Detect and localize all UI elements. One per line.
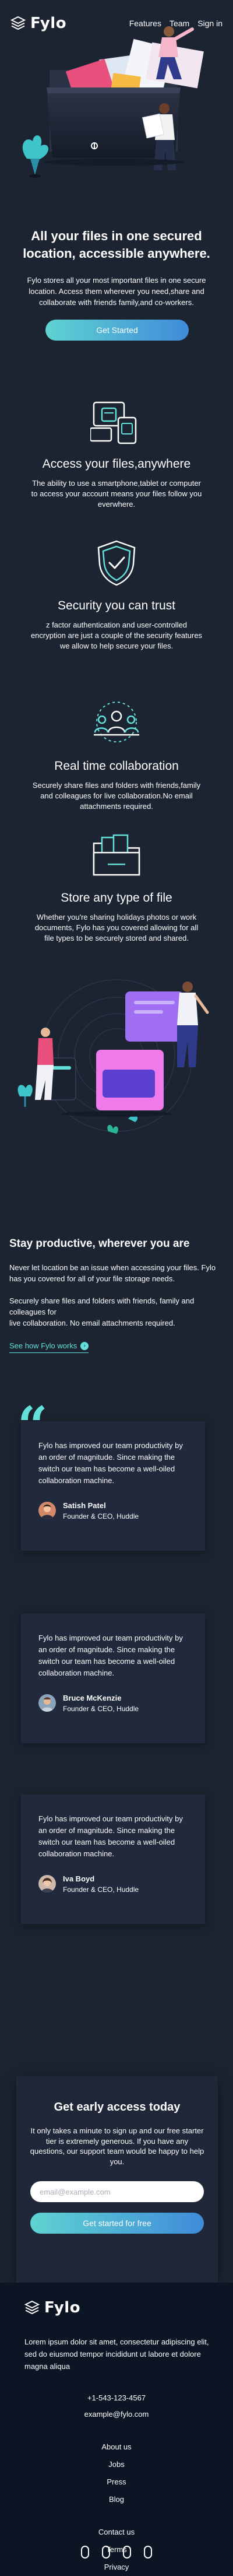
testimonial-card: Fylo has improved our team productivity … (21, 1795, 205, 1924)
testimonial-name: Iva Boyd (63, 1874, 95, 1883)
feature-title: Security you can trust (58, 599, 175, 612)
productive-illustration (17, 979, 209, 1134)
avatar (38, 1694, 56, 1712)
testimonial-card: Fylo has improved our team productivity … (21, 1421, 205, 1551)
testimonial-role: Founder & CEO, Huddle (63, 1885, 139, 1894)
feature-text: The ability to use a smartphone,tablet o… (31, 479, 202, 509)
logo-icon (24, 2300, 40, 2315)
footer-link-blog[interactable]: Blog (0, 2495, 233, 2504)
feature-text: Securely share files and folders with fr… (32, 781, 201, 811)
testimonial-role: Founder & CEO, Huddle (63, 1704, 139, 1713)
shield-check-icon (97, 540, 136, 586)
devices-icon (90, 401, 137, 444)
feature-text: z factor authentication and user-control… (30, 621, 203, 651)
feature-access: Access your files,anywhere The ability t… (0, 400, 233, 510)
avatar (38, 1875, 56, 1893)
feature-security: Security you can trust z factor authenti… (0, 539, 233, 652)
footer-link-privacy[interactable]: Privacy (0, 2563, 233, 2571)
testimonial-card: Fylo has improved our team productivity … (21, 1614, 205, 1743)
testimonial-name: Satish Patel (63, 1501, 106, 1510)
hero-illustration (22, 26, 204, 178)
footer-link-about-us[interactable]: About us (0, 2442, 233, 2451)
hero-description: Fylo stores all your most important file… (27, 276, 206, 307)
early-access-text: It only takes a minute to sign up and ou… (30, 2126, 204, 2166)
early-access-section: Get early access today It only takes a m… (16, 2076, 218, 2283)
testimonial-quote: Fylo has improved our team productivity … (38, 1814, 183, 1859)
early-access-title: Get early access today (54, 2101, 181, 2114)
see-how-fylo-works-link[interactable]: See how Fylo works › (9, 1341, 89, 1353)
footer-link-jobs[interactable]: Jobs (0, 2460, 233, 2469)
footer: Fylo Lorem ipsum dolor sit amet, consect… (0, 2283, 233, 2576)
feature-title: Access your files,anywhere (42, 457, 191, 471)
avatar (38, 1502, 56, 1520)
testimonial-person: Bruce McKenzie Founder & CEO, Huddle (38, 1694, 188, 1713)
social-links (0, 2546, 233, 2559)
twitter-icon[interactable] (102, 2546, 110, 2559)
feature-store: Store any type of file Whether you're sh… (0, 834, 233, 944)
footer-link-contact-us[interactable]: Contact us (0, 2528, 233, 2536)
footer-logo[interactable]: Fylo (24, 2299, 80, 2316)
instagram-icon[interactable] (123, 2546, 131, 2559)
page: Fylo Features Team Sign in All your file… (0, 0, 233, 2576)
folder-icon (93, 834, 140, 876)
productive-text-2: Securely share files and folders with fr… (9, 1296, 195, 1327)
feature-title: Real time collaboration (54, 759, 179, 773)
footer-logo-text: Fylo (44, 2299, 81, 2316)
footer-email[interactable]: example@fylo.com (0, 2410, 233, 2419)
footer-about: Lorem ipsum dolor sit amet, consectetur … (24, 2337, 209, 2371)
testimonial-role: Founder & CEO, Huddle (63, 1512, 139, 1520)
productive-title: Stay productive, wherever you are (9, 1238, 190, 1250)
arrow-right-icon: › (80, 1341, 89, 1350)
feature-collaboration: Real time collaboration Securely share f… (0, 700, 233, 812)
link-label: See how Fylo works (9, 1341, 77, 1350)
footer-phone[interactable]: +1-543-123-4567 (0, 2393, 233, 2402)
testimonial-name: Bruce McKenzie (63, 1693, 122, 1702)
collaboration-icon (94, 702, 139, 742)
feature-text: Whether you're sharing holidays photos o… (34, 913, 199, 943)
get-started-free-button[interactable]: Get started for free (30, 2213, 204, 2234)
testimonial-person: Satish Patel Founder & CEO, Huddle (38, 1501, 188, 1520)
feature-title: Store any type of file (61, 891, 172, 905)
testimonial-person: Iva Boyd Founder & CEO, Huddle (38, 1874, 188, 1894)
email-input[interactable] (30, 2181, 204, 2202)
quote-icon: “ (17, 1395, 48, 1457)
facebook-icon[interactable] (81, 2546, 89, 2559)
productive-text-1: Never let location be an issue when acce… (9, 1263, 216, 1283)
testimonial-quote: Fylo has improved our team productivity … (38, 1634, 183, 1678)
testimonial-quote: Fylo has improved our team productivity … (38, 1441, 183, 1485)
hero-title: All your files in one secured location, … (23, 229, 210, 261)
linkedin-icon[interactable] (144, 2546, 152, 2559)
get-started-button[interactable]: Get Started (45, 320, 189, 341)
footer-link-press[interactable]: Press (0, 2477, 233, 2486)
